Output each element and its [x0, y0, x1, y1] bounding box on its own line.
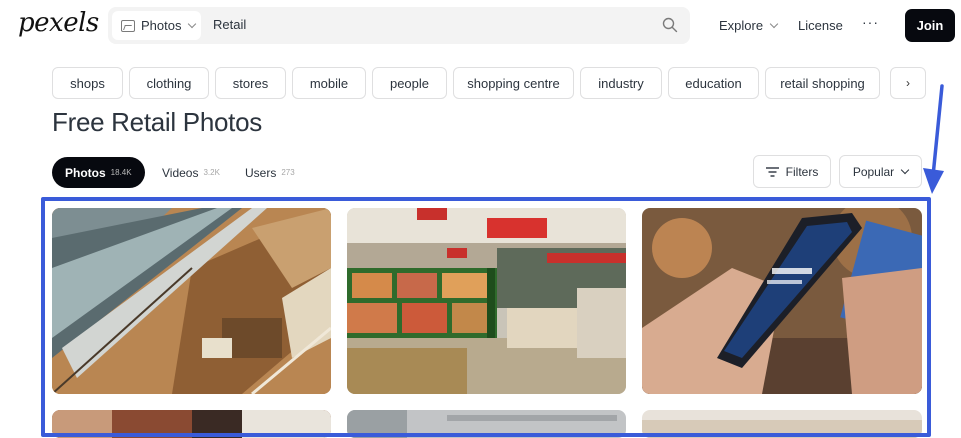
photo-supermarket[interactable]	[347, 208, 626, 394]
search-icon[interactable]	[662, 17, 678, 33]
search-input[interactable]: Retail	[213, 17, 246, 32]
image-icon	[121, 19, 135, 32]
photo-image	[642, 208, 922, 394]
chip-education[interactable]: education	[668, 67, 759, 99]
chip-people[interactable]: people	[372, 67, 447, 99]
photo-store-interior[interactable]	[52, 410, 331, 438]
tab-photos[interactable]: Photos 18.4K	[52, 157, 145, 188]
nav-explore[interactable]: Explore	[719, 18, 779, 33]
chip-stores[interactable]: stores	[215, 67, 286, 99]
filter-icon	[765, 166, 779, 177]
filters-label: Filters	[785, 164, 819, 179]
search-type-label: Photos	[141, 18, 182, 33]
photo-escalators-mall[interactable]	[52, 208, 331, 394]
chevron-down-icon	[900, 165, 910, 175]
more-menu-button[interactable]: ···	[862, 14, 879, 30]
chip-industry[interactable]: industry	[580, 67, 662, 99]
join-button[interactable]: Join	[905, 9, 955, 42]
tab-videos-label: Videos	[162, 165, 199, 180]
tab-videos-count: 3.2K	[203, 168, 220, 177]
chip-shopping-centre[interactable]: shopping centre	[453, 67, 574, 99]
tab-photos-label: Photos	[65, 165, 106, 180]
nav-explore-label: Explore	[719, 18, 764, 33]
search-bar[interactable]: Photos Retail	[108, 7, 690, 44]
photo-store-ceiling[interactable]	[347, 410, 626, 438]
photo-image	[52, 208, 331, 394]
photo-image	[52, 410, 331, 438]
filters-button[interactable]: Filters	[753, 155, 831, 188]
annotation-arrow-icon	[923, 84, 944, 194]
chip-clothing[interactable]: clothing	[129, 67, 209, 99]
photo-image	[347, 410, 626, 438]
pexels-logo[interactable]: pexels	[18, 8, 99, 38]
sort-dropdown[interactable]: Popular	[839, 155, 922, 188]
photo-bright-store[interactable]	[642, 410, 922, 438]
tab-photos-count: 18.4K	[110, 168, 132, 177]
tab-users-label: Users	[245, 165, 277, 180]
top-header: pexels Photos Retail Explore License ···…	[0, 0, 961, 50]
chip-retail-shopping[interactable]: retail shopping	[765, 67, 880, 99]
nav-license[interactable]: License	[798, 18, 843, 33]
chevron-down-icon	[188, 19, 197, 29]
tab-users-count: 273	[281, 168, 295, 177]
sort-label: Popular	[852, 164, 895, 179]
chip-mobile[interactable]: mobile	[292, 67, 366, 99]
photo-smartphone-hand[interactable]	[642, 208, 922, 394]
chip-shops[interactable]: shops	[52, 67, 123, 99]
page-title: Free Retail Photos	[52, 107, 262, 137]
tab-videos[interactable]: Videos 3.2K	[162, 157, 220, 188]
photo-image	[642, 410, 922, 438]
tab-users[interactable]: Users 273	[245, 157, 295, 188]
search-type-dropdown[interactable]: Photos	[112, 11, 201, 40]
related-searches: shops clothing stores mobile people shop…	[52, 67, 880, 100]
chevron-down-icon	[769, 19, 779, 29]
photo-image	[347, 208, 626, 394]
chevron-right-icon: ›	[906, 76, 910, 90]
